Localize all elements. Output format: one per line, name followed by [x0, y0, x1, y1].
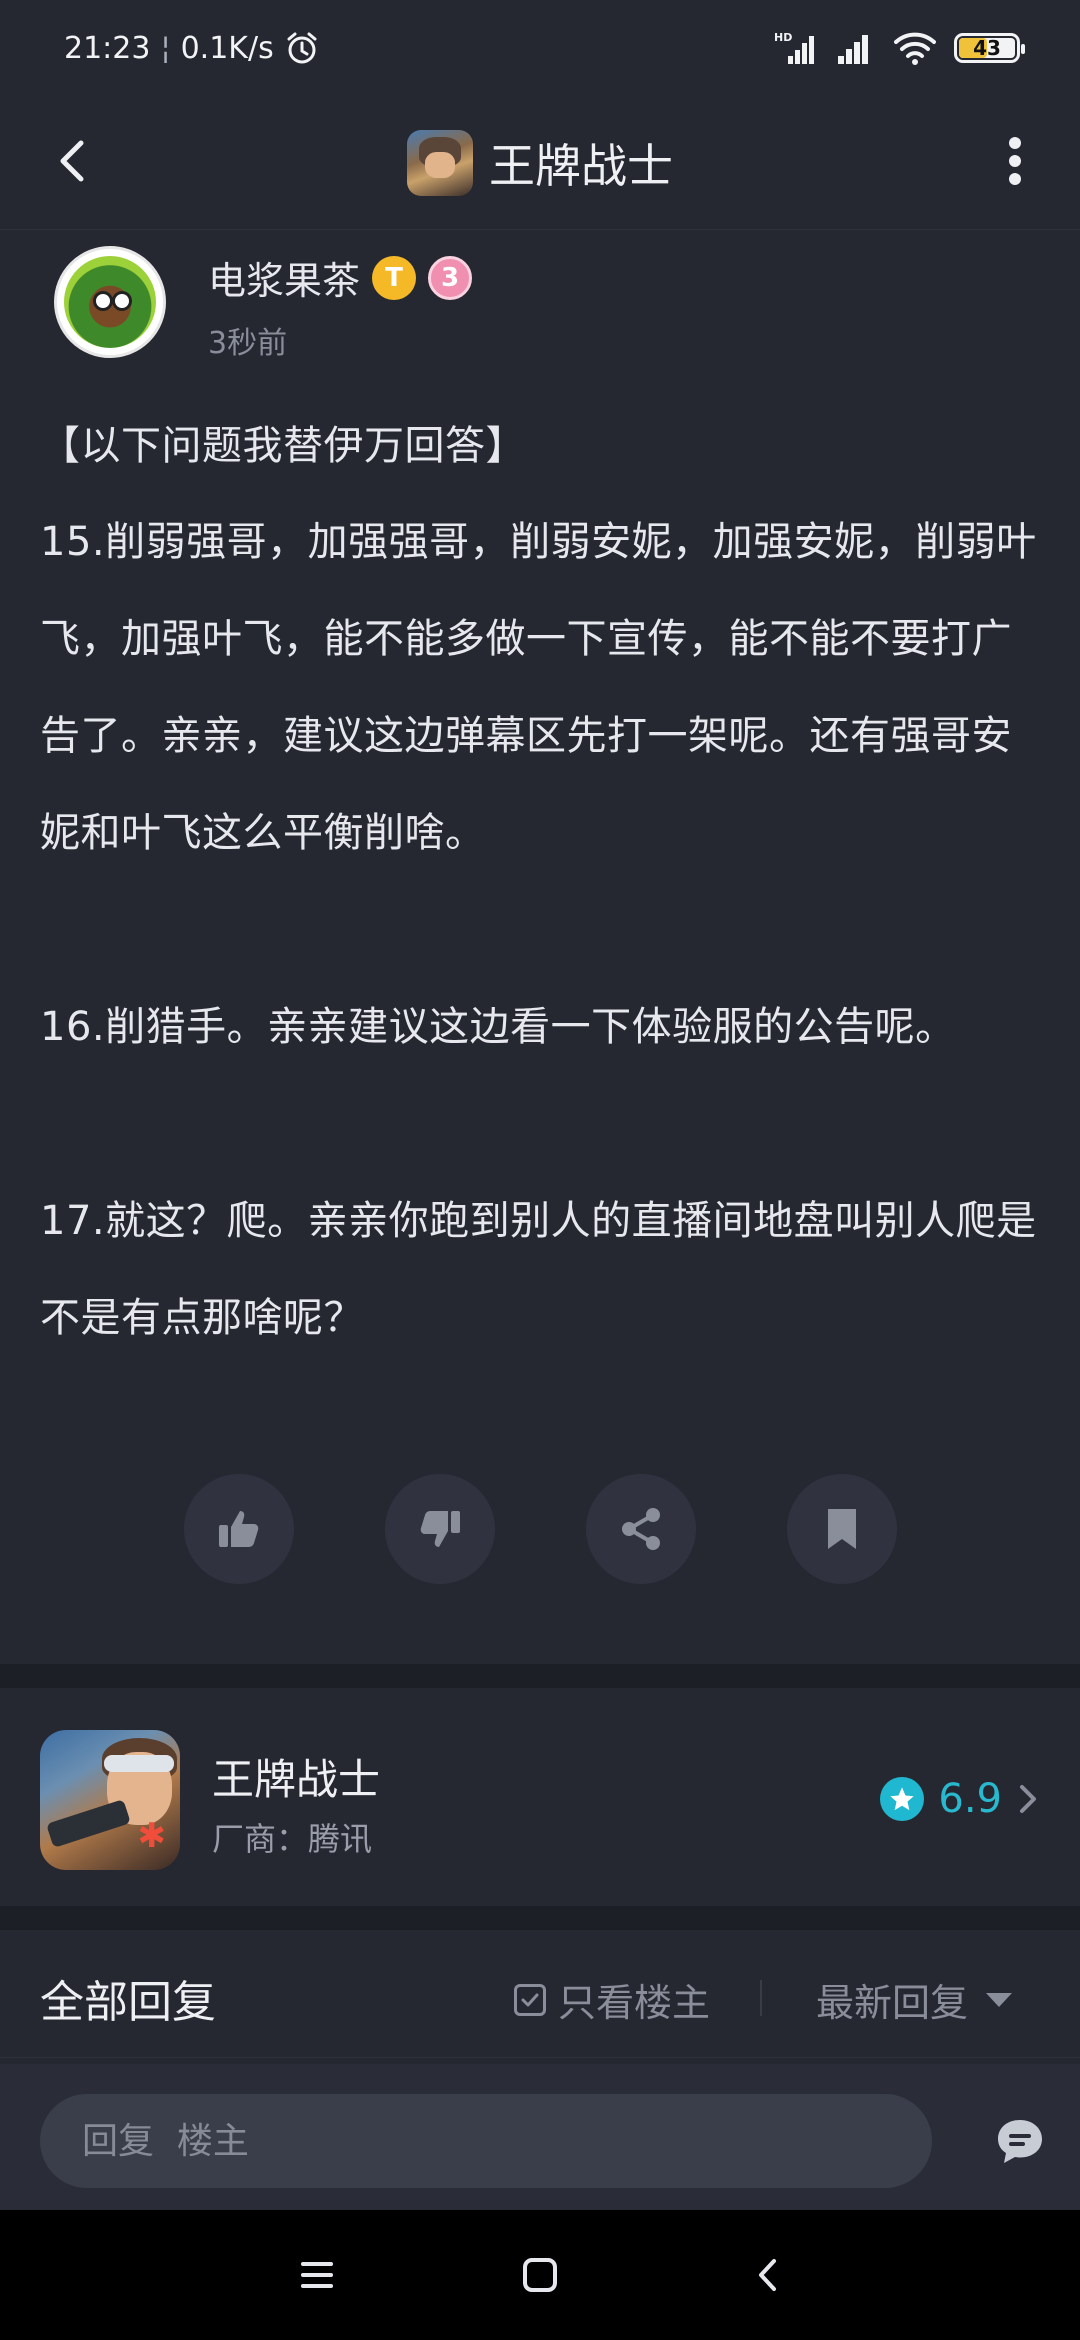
- talent-badge-icon: T: [372, 255, 417, 300]
- menu-button[interactable]: [282, 2240, 352, 2310]
- comment-icon: [998, 2120, 1042, 2163]
- dislike-button[interactable]: [385, 1474, 495, 1584]
- post-author: 电浆果茶 T 3 3秒前: [0, 236, 1080, 366]
- battery-level: 43: [973, 36, 1001, 60]
- more-vertical-icon: [1009, 137, 1021, 185]
- post-time: 3秒前: [208, 326, 288, 361]
- divider: [0, 1906, 1080, 1930]
- network-label: HD: [774, 31, 792, 44]
- back-button[interactable]: [38, 126, 108, 196]
- alarm-icon: [284, 30, 320, 66]
- level-badge-icon: 3: [428, 255, 473, 300]
- share-icon: [622, 1508, 660, 1550]
- post-paragraph: 17.就这？爬。亲亲你跑到别人的直播间地盘叫别人爬是不是有点那啥呢？: [40, 1198, 1037, 1341]
- game-thumbnail-icon: [407, 129, 473, 196]
- status-left: 21:23 ¦ 0.1K/s: [64, 30, 320, 66]
- page-title: 王牌战士: [489, 138, 673, 193]
- divider: [0, 1664, 1080, 1688]
- status-right: HD 43: [774, 30, 1025, 66]
- signal-icon: [836, 30, 876, 66]
- post-actions: [0, 1474, 1080, 1584]
- author-name-row: 电浆果茶 T 3: [208, 250, 473, 305]
- avatar[interactable]: [54, 246, 166, 358]
- chevron-left-icon: [60, 140, 84, 182]
- post-paragraph: 16.削猎手。亲亲建议这边看一下体验服的公告呢。: [40, 1004, 956, 1050]
- header-title-group: 王牌战士: [407, 129, 673, 196]
- replies-header: 全部回复 只看楼主 最新回复: [0, 1930, 1080, 2058]
- status-bar: 21:23 ¦ 0.1K/s HD 43: [0, 0, 1080, 96]
- reply-input[interactable]: [40, 2094, 932, 2188]
- post-paragraph: 15.削弱强哥，加强强哥，削弱安妮，加强安妮，削弱叶飞，加强叶飞，能不能多做一下…: [40, 519, 1037, 856]
- bookmark-icon: [828, 1509, 856, 1549]
- share-button[interactable]: [586, 1474, 696, 1584]
- game-icon: ✱: [40, 1730, 180, 1870]
- reply-bar: [0, 2064, 1080, 2210]
- caret-down-icon: [986, 1992, 1013, 2007]
- top-app-bar: 王牌战士: [0, 96, 1080, 230]
- status-separator: ¦: [160, 30, 171, 66]
- chevron-right-icon: [1020, 1785, 1036, 1813]
- like-button[interactable]: [184, 1474, 294, 1584]
- chevron-left-icon: [759, 2259, 776, 2291]
- replies-title: 全部回复: [40, 1977, 216, 2028]
- game-rating: 6.9: [880, 1776, 1040, 1822]
- post-heading: 【以下问题我替伊万回答】: [40, 423, 526, 469]
- sort-dropdown[interactable]: 最新回复: [816, 1972, 1014, 2027]
- author-name[interactable]: 电浆果茶: [208, 250, 360, 305]
- menu-icon: [301, 2262, 333, 2288]
- divider: [760, 1980, 762, 2016]
- star-icon: [880, 1777, 925, 1821]
- checkbox-icon[interactable]: [514, 1983, 546, 2016]
- post-body: 【以下问题我替伊万回答】 15.削弱强哥，加强强哥，削弱安妮，加强安妮，削弱叶飞…: [40, 406, 1040, 1367]
- home-square-icon: [523, 2258, 557, 2292]
- game-card[interactable]: ✱ 王牌战士 厂商：腾讯 6.9: [0, 1690, 1080, 1906]
- comment-button[interactable]: [986, 2108, 1054, 2176]
- status-time: 21:23: [64, 30, 151, 66]
- only-op-label: 只看楼主: [558, 1981, 711, 2025]
- home-button[interactable]: [505, 2240, 575, 2310]
- only-op-filter[interactable]: 只看楼主: [514, 1972, 710, 2027]
- thumbs-up-icon: [219, 1511, 259, 1547]
- game-vendor: 厂商：腾讯: [212, 1820, 373, 1858]
- nav-back-button[interactable]: [733, 2240, 803, 2310]
- hd-signal-icon: HD: [774, 30, 818, 66]
- battery-icon: 43: [954, 33, 1025, 63]
- status-net-speed: 0.1K/s: [180, 30, 274, 66]
- sort-label: 最新回复: [816, 1981, 969, 2025]
- bookmark-button[interactable]: [787, 1474, 897, 1584]
- wifi-icon: [894, 30, 936, 66]
- game-name: 王牌战士: [212, 1755, 381, 1804]
- thumbs-down-icon: [420, 1511, 460, 1547]
- more-options-button[interactable]: [980, 126, 1050, 196]
- system-nav-bar: [0, 2210, 1080, 2340]
- rating-value: 6.9: [938, 1776, 1002, 1822]
